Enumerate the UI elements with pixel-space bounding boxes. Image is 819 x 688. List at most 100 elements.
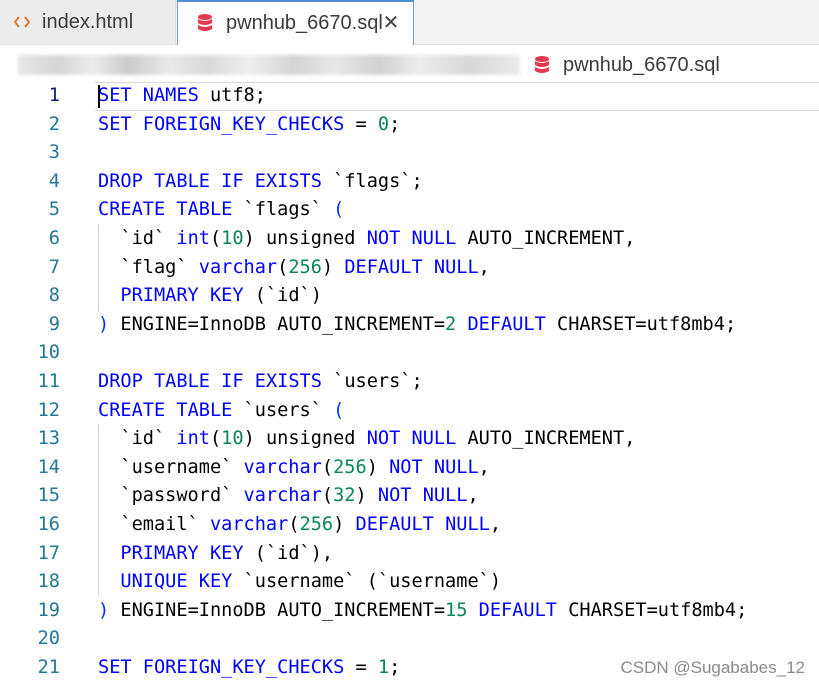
code-token: DROP	[98, 170, 143, 192]
code-token: DEFAULT	[467, 313, 546, 335]
code-token: PRIMARY	[120, 285, 199, 307]
code-line[interactable]: 11 DROP TABLE IF EXISTS `users`;	[0, 368, 819, 397]
html-code-icon	[14, 14, 30, 30]
code-token: varchar	[243, 485, 322, 507]
code-token: DEFAULT	[344, 256, 423, 278]
code-token: 32	[333, 485, 356, 507]
code-token: AUTO_INCREMENT,	[456, 227, 636, 249]
code-token: NULL	[411, 227, 457, 249]
line-number: 7	[48, 256, 60, 278]
code-token: DEFAULT	[355, 513, 434, 535]
code-token: KEY	[209, 542, 244, 564]
line-number: 3	[48, 142, 60, 164]
breadcrumb: pwnhub_6670.sql	[0, 45, 819, 85]
code-token: =	[344, 113, 378, 135]
code-token: AUTO_INCREMENT,	[456, 428, 636, 450]
code-line[interactable]: 15 `password` varchar(32) NOT NULL,	[0, 482, 819, 511]
code-token: TABLE	[176, 199, 233, 221]
tab-pwnhub-sql[interactable]: pwnhub_6670.sql ✕	[177, 0, 414, 45]
code-text: DROP TABLE IF EXISTS `flags`;	[98, 168, 423, 197]
code-token: CREATE	[98, 399, 166, 421]
code-line[interactable]: 4 DROP TABLE IF EXISTS `flags`;	[0, 168, 819, 197]
code-token: ENGINE=InnoDB AUTO_INCREMENT=	[109, 313, 446, 335]
code-token: NULL	[411, 428, 457, 450]
code-token: )	[98, 599, 110, 621]
close-icon[interactable]: ✕	[381, 11, 401, 33]
code-text: DROP TABLE IF EXISTS `users`;	[98, 368, 423, 397]
code-token: IF	[221, 170, 244, 192]
code-token: 0	[377, 113, 390, 135]
code-token: ) unsigned	[243, 227, 367, 249]
code-line[interactable]: 2 SET FOREIGN_KEY_CHECKS = 0;	[0, 111, 819, 140]
code-text: PRIMARY KEY (`id`),	[98, 540, 333, 569]
code-token: `password`	[98, 485, 244, 507]
line-number: 13	[37, 428, 60, 450]
database-icon	[196, 13, 214, 33]
code-token: )	[366, 456, 390, 478]
code-text: CREATE TABLE `users` (	[98, 397, 344, 426]
code-token: CHARSET=utf8mb4;	[545, 313, 737, 335]
code-line[interactable]: 1 SET NAMES utf8;	[0, 82, 819, 111]
code-text: SET FOREIGN_KEY_CHECKS = 1;	[98, 654, 400, 683]
code-line[interactable]: 20	[0, 625, 819, 654]
code-text: `username` varchar(256) NOT NULL,	[98, 454, 490, 483]
code-token: ;	[389, 113, 401, 135]
code-line[interactable]: 5 CREATE TABLE `flags` (	[0, 196, 819, 225]
code-text: `id` int(10) unsigned NOT NULL AUTO_INCR…	[98, 425, 635, 454]
code-token: 256	[299, 513, 334, 535]
code-token: ;	[389, 656, 401, 678]
code-token: ENGINE=InnoDB AUTO_INCREMENT=	[109, 599, 446, 621]
code-text: PRIMARY KEY (`id`)	[98, 282, 322, 311]
code-token: int	[176, 227, 210, 249]
line-number: 17	[37, 542, 60, 564]
code-token: UNIQUE	[120, 571, 188, 593]
code-line[interactable]: 13 `id` int(10) unsigned NOT NULL AUTO_I…	[0, 425, 819, 454]
tab-index-html[interactable]: index.html	[0, 0, 176, 44]
code-token: (	[209, 428, 222, 450]
line-number: 14	[37, 456, 60, 478]
code-editor[interactable]: 1 SET NAMES utf8; 2 SET FOREIGN_KEY_CHECKS …	[0, 82, 819, 682]
code-line[interactable]: 6 `id` int(10) unsigned NOT NULL AUTO_IN…	[0, 224, 819, 254]
code-text: SET NAMES utf8;	[98, 82, 266, 111]
code-token: (	[209, 227, 222, 249]
code-line[interactable]: 19) ENGINE=InnoDB AUTO_INCREMENT=15 DEFA…	[0, 597, 819, 626]
code-text: `password` varchar(32) NOT NULL,	[98, 482, 478, 511]
line-number: 18	[37, 571, 60, 593]
code-line[interactable]: 9) ENGINE=InnoDB AUTO_INCREMENT=2 DEFAUL…	[0, 311, 819, 340]
code-line[interactable]: 10	[0, 339, 819, 368]
line-number: 5	[48, 199, 60, 221]
editor-tab-bar: index.html pwnhub_6670.sql ✕	[0, 0, 819, 45]
code-token: CREATE	[98, 199, 166, 221]
code-line[interactable]: 17 PRIMARY KEY (`id`),	[0, 539, 819, 569]
code-line[interactable]: 12 CREATE TABLE `users` (	[0, 397, 819, 426]
code-token: 10	[221, 227, 244, 249]
code-line[interactable]: 7 `flag` varchar(256) DEFAULT NULL,	[0, 253, 819, 283]
line-number: 2	[48, 113, 60, 135]
breadcrumb-file[interactable]: pwnhub_6670.sql	[533, 52, 720, 78]
code-line[interactable]: 8 PRIMARY KEY (`id`)	[0, 282, 819, 311]
code-token: SET	[98, 85, 132, 106]
code-token: `id`	[98, 428, 177, 450]
code-line[interactable]: 16 `email` varchar(256) DEFAULT NULL,	[0, 510, 819, 540]
code-token: (	[333, 199, 345, 221]
code-token: NOT	[366, 227, 401, 249]
code-line[interactable]: 14 `username` varchar(256) NOT NULL,	[0, 453, 819, 483]
code-text: ) ENGINE=InnoDB AUTO_INCREMENT=15 DEFAUL…	[98, 597, 747, 626]
code-text: SET FOREIGN_KEY_CHECKS = 0;	[98, 111, 400, 140]
tab-label: index.html	[42, 10, 134, 33]
code-token: 15	[445, 599, 468, 621]
code-token: PRIMARY	[120, 542, 199, 564]
line-number: 20	[37, 628, 60, 650]
code-line[interactable]: 18 UNIQUE KEY `username` (`username`)	[0, 568, 819, 597]
code-token: (`id`),	[243, 542, 334, 564]
code-token: NOT	[366, 428, 401, 450]
code-line[interactable]: 3	[0, 139, 819, 168]
code-token: NULL	[433, 456, 479, 478]
